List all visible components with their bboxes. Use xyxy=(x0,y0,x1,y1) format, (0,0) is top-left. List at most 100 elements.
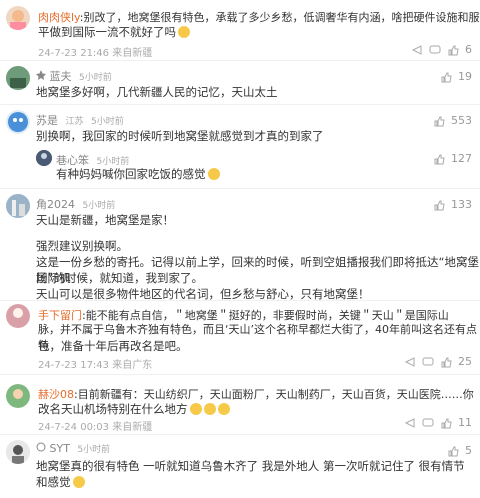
comment-author: 手下留门:能不能有点自信，＂地窝堡＂挺好的，非要假时尚，关键＂天山＂是国际山 xyxy=(38,307,449,323)
emoji-icon xyxy=(72,476,85,488)
verified-icon xyxy=(36,442,46,452)
comment-4: 角2024 5小时前 133 天山是新疆，地窝堡是家！ 强烈建议别换啊。 这是一… xyxy=(0,190,480,301)
comment-location: 江苏 xyxy=(65,117,84,127)
comment-meta: 24-7-24 00:03 来自新疆 xyxy=(38,422,153,433)
comment-text: 别换啊，我回家的时候听到地窝堡就感觉到才真的到家了 xyxy=(36,129,324,143)
like-icon[interactable] xyxy=(433,115,445,127)
divider xyxy=(0,60,480,61)
comment-icon[interactable] xyxy=(422,417,434,429)
comment-icon[interactable] xyxy=(429,44,441,56)
avatar[interactable] xyxy=(6,66,30,90)
comment-icon[interactable] xyxy=(422,356,434,368)
divider xyxy=(0,374,480,375)
comment-actions: 6 xyxy=(411,43,472,56)
like-count: 133 xyxy=(451,198,472,211)
divider xyxy=(0,188,480,189)
comment-6-meta-row: 24-7-24 00:03 来自新疆 11 xyxy=(0,416,480,433)
comment-author: SYT 5小时前 xyxy=(36,442,110,455)
comment-author: 肉肉侠ly:别改了，地窝堡很有特色，承载了多少乡愁，低调奢华有内涵，啥把硬件设施… xyxy=(38,9,480,25)
avatar-image xyxy=(8,112,28,132)
avatar[interactable] xyxy=(6,6,30,30)
avatar-image xyxy=(6,384,30,408)
comment-author: 蓝夫 5小时前 xyxy=(36,68,112,84)
comment-text-line2: 改名天山机场特别在什么地方 xyxy=(38,401,230,417)
avatar-image xyxy=(6,440,30,464)
emoji-icon xyxy=(178,26,190,38)
like-icon[interactable] xyxy=(447,445,459,457)
like-count: 553 xyxy=(451,114,472,127)
like-icon[interactable] xyxy=(447,44,459,56)
avatar[interactable] xyxy=(6,304,30,328)
avatar[interactable] xyxy=(6,384,30,408)
avatar[interactable] xyxy=(6,110,30,134)
like-count: 25 xyxy=(458,355,472,368)
emoji-icon xyxy=(207,168,220,180)
comment-text-line1: :能不能有点自信，＂地窝堡＂挺好的，非要假时尚，关键＂天山＂是国际山 xyxy=(82,309,449,322)
comment-author: 角2024 5小时前 xyxy=(36,196,115,212)
like-count: 11 xyxy=(458,416,472,429)
like-count: 6 xyxy=(465,43,472,56)
divider xyxy=(0,104,480,105)
like-count: 19 xyxy=(458,70,472,83)
like-icon[interactable] xyxy=(440,417,452,429)
comment-actions: 133 xyxy=(433,198,472,211)
user-name[interactable]: 肉肉侠ly xyxy=(38,11,80,24)
avatar-image xyxy=(6,66,30,90)
avatar-image xyxy=(10,10,26,30)
comment-actions: 25 xyxy=(404,355,472,368)
comment-6: 赫沙08:目前新疆有：天山纺织厂，天山面粉厂，天山制药厂，天山百货，天山医院……… xyxy=(0,376,480,416)
comment-author: 赫沙08:目前新疆有：天山纺织厂，天山面粉厂，天山制药厂，天山百货，天山医院……… xyxy=(38,386,474,402)
comment-7: SYT 5小时前 5 地窝堡真的很有特色 一听就知道乌鲁木齐了 我是外地人 第一… xyxy=(0,436,480,498)
emoji-icon xyxy=(217,403,230,415)
avatar-image xyxy=(6,304,30,328)
avatar-image xyxy=(6,194,30,218)
user-name[interactable]: 蓝夫 xyxy=(50,70,72,83)
reply-text: 有种妈妈喊你回家吃饭的感觉 xyxy=(56,166,220,182)
comment-text: 地窝堡多好啊，几代新疆人民的记忆，天山太土 xyxy=(36,85,278,99)
avatar-image xyxy=(36,150,52,166)
like-icon[interactable] xyxy=(440,356,452,368)
avatar[interactable] xyxy=(6,440,30,464)
comment-meta: 24-7-23 17:43 来自广东 xyxy=(38,360,153,371)
comment-3: 苏是 江苏 5小时前 553 别换啊，我回家的时候听到地窝堡就感觉到才真的到家了… xyxy=(0,106,480,186)
share-icon[interactable] xyxy=(404,356,416,368)
emoji-icon xyxy=(203,403,216,415)
comment-actions: 19 xyxy=(440,70,472,83)
reply-actions: 127 xyxy=(433,152,472,165)
comment-5: 手下留门:能不能有点自信，＂地窝堡＂挺好的，非要假时尚，关键＂天山＂是国际山 脉… xyxy=(0,302,480,372)
user-name[interactable]: 手下留门 xyxy=(38,309,82,322)
comment-1: 肉肉侠ly:别改了，地窝堡很有特色，承载了多少乡愁，低调奢华有内涵，啥把硬件设施… xyxy=(0,0,480,60)
comment-text-line2: 平做到国际一流不就好了吗 xyxy=(38,24,190,40)
divider xyxy=(0,300,480,301)
comment-text-line3: 色，准备十年后再改名是吧。 xyxy=(38,339,188,353)
comment-text-line1: :目前新疆有：天山纺织厂，天山面粉厂，天山制药厂，天山百货，天山医院……你 xyxy=(74,388,474,401)
avatar[interactable] xyxy=(6,194,30,218)
like-count: 5 xyxy=(465,444,472,457)
user-name[interactable]: 赫沙08 xyxy=(38,388,74,401)
reply-avatar[interactable] xyxy=(36,150,52,166)
emoji-icon xyxy=(189,403,202,415)
share-icon[interactable] xyxy=(411,44,423,56)
comment-text-line1: 天山是新疆，地窝堡是家！ xyxy=(36,213,174,227)
user-name[interactable]: SYT xyxy=(50,442,70,455)
comment-time: 5小时前 xyxy=(82,201,116,211)
comment-time: 5小时前 xyxy=(79,73,112,83)
comment-actions: 553 xyxy=(433,114,472,127)
share-icon[interactable] xyxy=(404,417,416,429)
user-name[interactable]: 苏是 xyxy=(36,114,58,127)
comment-text: 地窝堡真的很有特色 一听就知道乌鲁木齐了 我是外地人 第一次听就记住了 很有情节… xyxy=(36,459,465,489)
comment-meta: 24-7-23 21:46 来自新疆 xyxy=(38,48,153,59)
user-name[interactable]: 角2024 xyxy=(36,198,75,211)
like-icon[interactable] xyxy=(440,71,452,83)
comment-time: 5小时前 xyxy=(91,117,124,127)
comment-actions: 11 xyxy=(404,416,472,429)
comment-time: 5小时前 xyxy=(77,445,111,455)
star-icon xyxy=(36,70,46,80)
comment-actions: 5 xyxy=(447,444,472,457)
like-icon[interactable] xyxy=(433,199,445,211)
comment-2: 蓝夫 5小时前 19 地窝堡多好啊，几代新疆人民的记忆，天山太土 xyxy=(0,62,480,104)
comment-text-line1: :别改了，地窝堡很有特色，承载了多少乡愁，低调奢华有内涵，啥把硬件设施和服务水 xyxy=(79,11,480,24)
like-count: 127 xyxy=(451,152,472,165)
divider xyxy=(0,434,480,435)
like-icon[interactable] xyxy=(433,153,445,165)
